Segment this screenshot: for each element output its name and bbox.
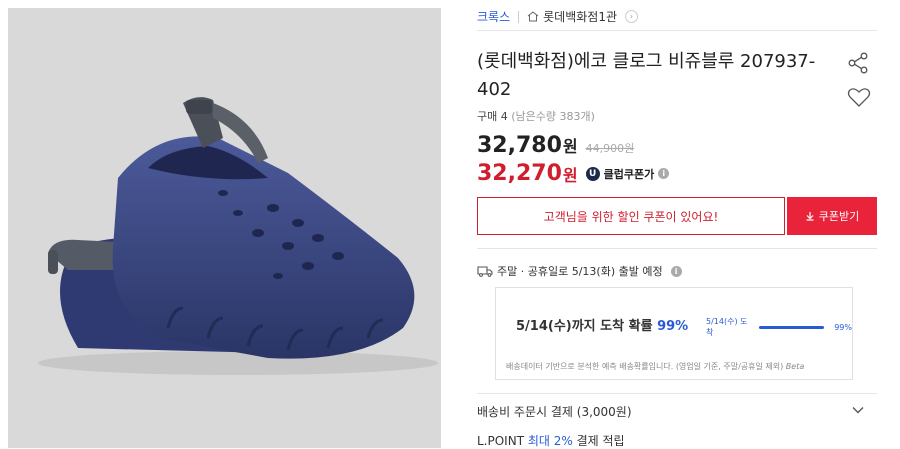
club-price: 32,270 원 U 클럽쿠폰가 i — [477, 161, 670, 186]
get-coupon-button[interactable]: 쿠폰받기 — [787, 197, 877, 235]
sale-price-value: 32,780 — [477, 133, 562, 158]
remaining-quantity: (남은수량 383개) — [511, 110, 595, 123]
club-badge-icon: U — [585, 166, 600, 181]
shipping-text: 주말 · 공휴일로 5/13(화) 출발 예정 — [497, 265, 663, 278]
share-icon[interactable] — [847, 52, 869, 74]
note-text: 배송데이터 기반으로 분석한 예측 배송확률입니다. (영업일 기준, 주말/공… — [506, 362, 784, 371]
divider — [477, 30, 877, 31]
purchase-count: 구매 4 (남은수량 383개) — [477, 108, 595, 124]
coupon-message: 고객님을 위한 할인 쿠폰이 있어요! — [477, 197, 785, 235]
point-label: L.POINT — [477, 434, 525, 448]
currency-unit: 원 — [562, 137, 578, 156]
beta-label: Beta — [785, 362, 805, 371]
point-suffix: 결제 적립 — [576, 434, 625, 448]
club-coupon-label: 클럽쿠폰가 — [603, 167, 655, 181]
product-image[interactable] — [8, 8, 441, 448]
divider — [477, 393, 877, 394]
arrival-percent: 99% — [657, 319, 689, 334]
shipping-schedule: 주말 · 공휴일로 5/13(화) 출발 예정 i — [477, 263, 682, 279]
get-coupon-label: 쿠폰받기 — [818, 210, 860, 223]
prediction-note: 배송데이터 기반으로 분석한 예측 배송확률입니다. (영업일 기준, 주말/공… — [506, 361, 804, 372]
info-icon[interactable]: i — [658, 168, 670, 179]
arrival-mini-chart: 5/14(수) 도착 99% — [706, 316, 852, 338]
product-info: 크록스 롯데백화점1관 › (롯데백화점)에코 클로그 비쥬블루 207937-… — [477, 0, 877, 448]
mini-percent: 99% — [834, 322, 852, 332]
brand-link[interactable]: 크록스 — [477, 8, 510, 25]
store-link[interactable]: 롯데백화점1관 › — [527, 8, 639, 25]
sale-price: 32,780 원 44,900원 — [477, 133, 634, 158]
probability-bar — [759, 325, 825, 329]
heart-icon[interactable] — [847, 86, 871, 108]
currency-unit: 원 — [562, 165, 578, 185]
arrival-text: 5/14(수)까지 도착 확률 — [516, 319, 653, 334]
original-price: 44,900원 — [585, 142, 635, 155]
breadcrumb: 크록스 롯데백화점1관 › — [477, 8, 639, 25]
home-icon — [527, 11, 539, 22]
chevron-right-icon: › — [625, 10, 639, 23]
club-price-value: 32,270 — [477, 161, 562, 186]
purchase-label: 구매 4 — [477, 110, 508, 123]
product-title: (롯데백화점)에코 클로그 비쥬블루 207937-402 — [477, 51, 816, 100]
divider — [518, 10, 520, 23]
arrival-probability: 5/14(수)까지 도착 확률 99% — [516, 315, 688, 334]
shipping-fee: 배송비 주문시 결제 (3,000원) — [477, 405, 632, 419]
divider — [477, 248, 877, 249]
info-icon[interactable]: i — [670, 265, 682, 277]
store-name: 롯데백화점1관 — [543, 10, 618, 24]
clog-image — [38, 97, 438, 375]
point-info: L.POINT 최대 2% 결제 적립 — [477, 432, 625, 449]
delivery-probability-box: 5/14(수)까지 도착 확률 99% 5/14(수) 도착 99% 배송데이터… — [495, 287, 853, 380]
download-icon — [806, 212, 814, 221]
point-rate: 최대 2% — [527, 434, 573, 448]
truck-icon — [477, 266, 493, 277]
mini-label: 5/14(수) 도착 — [706, 317, 748, 337]
chevron-down-icon[interactable] — [850, 402, 866, 418]
